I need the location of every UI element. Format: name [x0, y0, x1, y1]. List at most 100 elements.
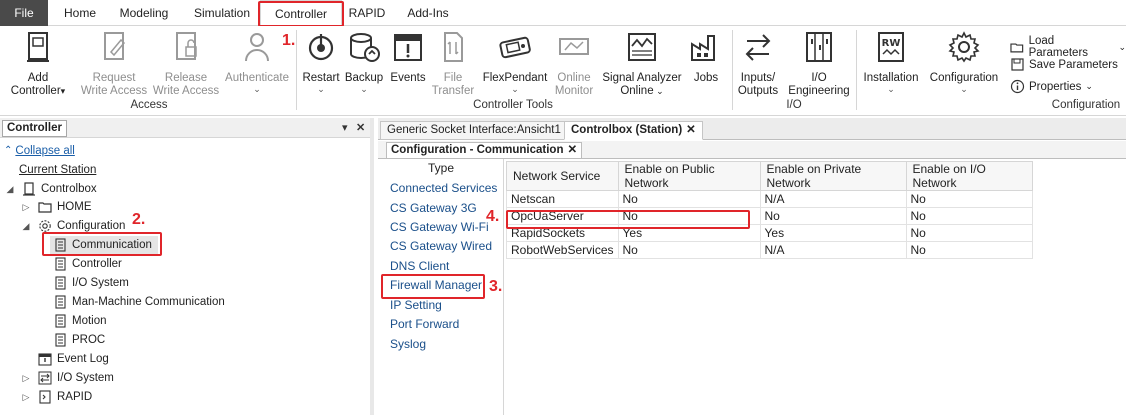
file-transfer-icon [444, 32, 463, 62]
cell-io[interactable]: No [905, 207, 1033, 225]
table-row[interactable]: RobotWebServices No N/A No [506, 241, 1033, 259]
tab-modeling[interactable]: Modeling [112, 0, 176, 26]
request-write-access-button[interactable]: Request Write Access [78, 30, 150, 98]
tree-item-io-system[interactable]: ▷ I/O System [20, 369, 114, 387]
cell-public[interactable]: No [617, 190, 761, 208]
signal-analyzer-online-button[interactable]: Signal Analyzer Online ⌄ [600, 30, 684, 98]
installation-button[interactable]: RW Installation ⌄ [858, 30, 924, 94]
close-icon[interactable]: ✕ [686, 124, 696, 136]
highlight-firewall-manager [381, 274, 485, 299]
type-item-syslog[interactable]: Syslog [390, 337, 426, 351]
add-controller-button[interactable]: Add Controller▾ [6, 30, 70, 98]
backup-button[interactable]: Backup ⌄ [342, 30, 386, 94]
close-icon[interactable]: ✕ [567, 144, 577, 156]
flexpendant-button[interactable]: FlexPendant ⌄ [480, 30, 550, 94]
online-monitor-icon [559, 38, 589, 55]
release-write-access-button[interactable]: Release Write Access [150, 30, 222, 98]
doc-tab-generic-socket[interactable]: Generic Socket Interface:Ansicht1 [380, 121, 568, 140]
type-item-cs-gateway-3g[interactable]: CS Gateway 3G [390, 201, 477, 215]
inputs-outputs-arrows-icon [38, 371, 52, 385]
type-item-cs-gateway-wired[interactable]: CS Gateway Wired [390, 239, 492, 253]
io-engineering-button[interactable]: I/O Engineering [784, 30, 854, 98]
cell-service[interactable]: Netscan [506, 190, 619, 208]
controller-cabinet-icon [27, 32, 49, 62]
save-parameters-button[interactable]: Save Parameters [1010, 57, 1118, 72]
ribbon-separator [856, 30, 857, 110]
chevron-down-icon: ⌄ [253, 84, 261, 94]
table-row[interactable]: Netscan No N/A No [506, 190, 1033, 208]
cell-private[interactable]: No [759, 207, 907, 225]
ribbon: Add Controller▾ Request Write Access Rel… [0, 26, 1126, 116]
panel-tab-controller[interactable]: Controller [2, 120, 67, 137]
cell-io[interactable]: No [905, 224, 1033, 242]
file-transfer-button[interactable]: File Transfer [430, 30, 476, 98]
type-column-header: Type [427, 161, 454, 175]
tree-item-rapid[interactable]: ▷ RAPID [20, 388, 92, 406]
cell-service[interactable]: RobotWebServices [506, 241, 619, 259]
collapsed-arrow-icon[interactable]: ▷ [20, 369, 32, 387]
tab-home[interactable]: Home [60, 0, 100, 26]
group-label-access: Access [130, 99, 168, 111]
tree-item-proc[interactable]: PROC [53, 331, 105, 349]
collapse-icon: ⌃ [4, 145, 13, 156]
expanded-arrow-icon[interactable]: ◢ [20, 217, 32, 235]
collapse-all-link[interactable]: ⌃ Collapse all [4, 142, 75, 160]
tree-item-motion[interactable]: Motion [53, 312, 107, 330]
column-header-public-network[interactable]: Enable on Public Network [617, 161, 761, 191]
dropdown-icon[interactable]: ▾ [342, 121, 348, 134]
inputs-outputs-button[interactable]: Inputs/ Outputs [734, 30, 782, 98]
events-button[interactable]: Events [388, 30, 428, 85]
type-item-cs-gateway-wifi[interactable]: CS Gateway Wi-Fi [390, 220, 489, 234]
type-item-ip-setting[interactable]: IP Setting [390, 298, 442, 312]
type-item-dns-client[interactable]: DNS Client [390, 259, 449, 273]
tree-current-station[interactable]: Current Station [19, 161, 96, 179]
jobs-factory-icon [691, 35, 715, 61]
doc-tab-controlbox-station[interactable]: Controlbox (Station) ✕ [564, 121, 703, 140]
tab-simulation[interactable]: Simulation [188, 0, 256, 26]
type-item-connected-services[interactable]: Connected Services [390, 181, 497, 195]
step-marker-2: 2. [132, 211, 146, 228]
cell-private[interactable]: N/A [759, 241, 907, 259]
step-marker-3: 3. [489, 278, 503, 295]
cell-private[interactable]: Yes [759, 224, 907, 242]
restart-icon [308, 34, 334, 61]
online-monitor-button[interactable]: Online Monitor [550, 30, 598, 98]
chevron-down-icon: ⌄ [960, 84, 968, 94]
io-engineering-icon [806, 32, 832, 62]
properties-button[interactable]: Properties ⌄ [1010, 79, 1093, 94]
tree-item-home[interactable]: ▷ HOME [20, 198, 92, 216]
jobs-button[interactable]: Jobs [686, 30, 726, 85]
collapsed-arrow-icon[interactable]: ▷ [20, 198, 32, 216]
close-icon[interactable]: ✕ [356, 121, 365, 134]
tab-configuration-communication[interactable]: Configuration - Communication ✕ [386, 142, 583, 159]
column-header-io-network[interactable]: Enable on I/O Network [905, 161, 1033, 191]
menu-bar: File Home Modeling Simulation Controller… [0, 0, 1126, 26]
tree-item-controlbox[interactable]: ◢ Controlbox [4, 180, 97, 198]
tree-item-controller[interactable]: Controller [53, 255, 122, 273]
cell-public[interactable]: No [617, 241, 761, 259]
signal-analyzer-icon [628, 33, 656, 61]
tab-file[interactable]: File [0, 0, 48, 26]
tree-item-event-log[interactable]: Event Log [38, 350, 109, 368]
configuration-button[interactable]: Configuration ⌄ [924, 30, 1004, 94]
tab-add-ins[interactable]: Add-Ins [400, 0, 456, 26]
cell-io[interactable]: No [905, 241, 1033, 259]
ribbon-separator [296, 30, 297, 110]
folder-icon [38, 202, 52, 213]
load-parameters-button[interactable]: Load Parameters ⌄ [1010, 35, 1126, 59]
restart-button[interactable]: Restart ⌄ [300, 30, 342, 94]
step-marker-1: 1. [282, 32, 296, 49]
type-item-port-forward[interactable]: Port Forward [390, 317, 459, 331]
column-header-network-service[interactable]: Network Service [506, 161, 619, 191]
events-calendar-icon [394, 34, 422, 61]
cell-private[interactable]: N/A [759, 190, 907, 208]
tree-item-io-system-config[interactable]: I/O System [53, 274, 129, 292]
document-list-icon [55, 295, 66, 309]
tab-rapid[interactable]: RAPID [346, 0, 388, 26]
column-header-private-network[interactable]: Enable on Private Network [759, 161, 907, 191]
cell-io[interactable]: No [905, 190, 1033, 208]
expanded-arrow-icon[interactable]: ◢ [4, 180, 16, 198]
tree-item-man-machine-communication[interactable]: Man-Machine Communication [53, 293, 225, 311]
chevron-down-icon: ⌄ [317, 84, 325, 94]
collapsed-arrow-icon[interactable]: ▷ [20, 388, 32, 406]
